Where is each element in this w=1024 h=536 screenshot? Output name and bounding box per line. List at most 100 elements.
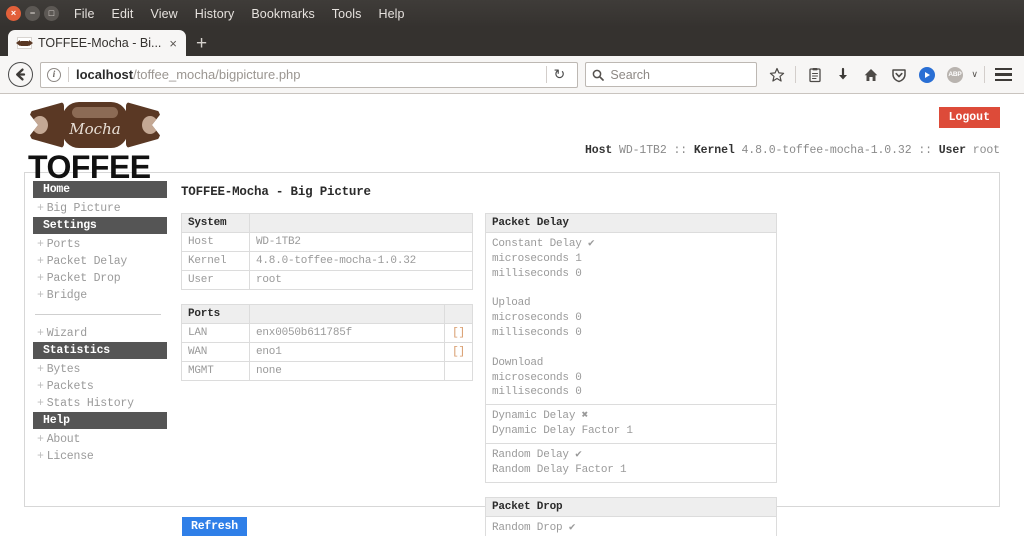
ports-table-header: Ports [181,304,250,324]
menu-item-help[interactable]: Help [377,5,405,23]
browser-toolbar: i localhost/toffee_mocha/bigpicture.php … [0,56,1024,94]
url-bar[interactable]: i localhost/toffee_mocha/bigpicture.php … [40,61,579,88]
search-box[interactable]: Search [585,62,758,87]
sidebar-item-packet-drop[interactable]: + Packet Drop [33,270,167,287]
delay-line: Upload [492,297,531,310]
menu-item-bookmarks[interactable]: Bookmarks [250,5,315,23]
library-icon[interactable] [802,62,827,88]
sidebar-label: Packet Drop [46,272,121,285]
table-row: WAN eno1 [] [181,342,473,362]
menu-item-tools[interactable]: Tools [331,5,363,23]
table-row: Kernel 4.8.0-toffee-mocha-1.0.32 [181,251,473,271]
row-key: LAN [181,323,250,343]
menu-item-history[interactable]: History [194,5,236,23]
browser-tab-active[interactable]: TOFFEE-Mocha - Bi... × [8,30,186,56]
toffee-logo[interactable]: Mocha TOFFEE [28,100,162,183]
toolbar-divider [795,66,797,83]
toffee-favicon-icon [16,37,33,49]
page-title: TOFFEE-Mocha - Big Picture [181,185,371,199]
host-info-line: Host WD-1TB2 :: Kernel 4.8.0-toffee-moch… [585,144,1000,157]
logout-button[interactable]: Logout [938,107,1000,128]
home-icon[interactable] [858,62,883,88]
sidebar-label: Big Picture [46,202,121,215]
chevron-down-icon[interactable]: ∨ [971,69,978,80]
row-key: MGMT [181,361,250,381]
sidebar-header-help: Help [33,412,167,429]
window-titlebar: × − □ File Edit View History Bookmarks T… [0,0,1024,27]
row-key: WAN [181,342,250,362]
url-path: /toffee_mocha/bigpicture.php [133,67,301,82]
back-button[interactable] [8,62,33,87]
app-shell: Home + Big Picture Settings + Ports + Packe… [24,172,1000,536]
sidebar: Home + Big Picture Settings + Ports + Packe… [25,173,167,506]
packet-drop-header: Packet Drop [486,497,776,517]
packet-delay-block-random: Random Delay ✔ Random Delay Factor 1 [486,442,776,482]
url-divider [68,67,69,82]
sidebar-item-bridge[interactable]: + Bridge [33,287,167,304]
content-area: TOFFEE-Mocha - Big Picture System Host W… [167,173,999,536]
bullet-icon: + [37,272,44,285]
host-sep-1: :: [673,144,688,157]
logo-wordmark: TOFFEE [28,149,151,185]
bullet-icon: + [37,433,44,446]
menu-item-file[interactable]: File [73,5,96,23]
host-label: Host [584,144,613,157]
bullet-icon: + [37,238,44,251]
brand-row: Mocha TOFFEE Logout Host WD-1TB2 :: Kern… [0,94,1024,183]
bullet-icon: + [37,255,44,268]
downloads-icon[interactable] [830,62,855,88]
tab-title: TOFFEE-Mocha - Bi... [38,36,162,50]
refresh-row: Refresh [24,517,1000,536]
reload-icon[interactable]: ↻ [547,66,571,83]
window-minimize-icon[interactable]: − [25,6,40,21]
menu-item-view[interactable]: View [150,5,179,23]
refresh-button[interactable]: Refresh [182,517,247,536]
bullet-icon: + [37,380,44,393]
sidebar-item-ports[interactable]: + Ports [33,236,167,253]
sidebar-item-bytes[interactable]: + Bytes [33,361,167,378]
pocket-shield-icon[interactable] [886,62,911,88]
row-value: WD-1TB2 [249,232,473,252]
sidebar-divider [35,314,161,315]
tab-close-icon[interactable]: × [167,37,179,50]
window-close-icon[interactable]: × [6,6,21,21]
menu-item-edit[interactable]: Edit [111,5,135,23]
system-table-header: System [181,213,250,233]
sidebar-item-stats-history[interactable]: + Stats History [33,395,167,412]
packet-delay-header: Packet Delay [486,214,776,233]
table-row: LAN enx0050b611785f [] [181,323,473,343]
row-bracket [444,361,473,381]
sidebar-item-wizard[interactable]: + Wizard [33,325,167,342]
adblock-plus-icon[interactable]: ABP [942,62,967,88]
content-columns: System Host WD-1TB2 Kernel 4.8.0-toffee-… [181,213,985,536]
sidebar-item-packets[interactable]: + Packets [33,378,167,395]
row-key: User [181,270,250,290]
row-value: eno1 [249,342,445,362]
window-maximize-icon[interactable]: □ [44,6,59,21]
bullet-icon: + [37,397,44,410]
url-text: localhost/toffee_mocha/bigpicture.php [76,67,301,82]
user-label: User [938,144,966,157]
sidebar-item-about[interactable]: + About [33,431,167,448]
window-controls: × − □ [6,6,59,21]
row-value: none [249,361,445,381]
new-tab-button[interactable]: + [196,34,207,53]
packet-delay-block-dynamic: Dynamic Delay ✖ Dynamic Delay Factor 1 [486,404,776,443]
menu-hamburger-icon[interactable] [991,62,1016,88]
media-play-icon[interactable] [914,62,939,88]
right-column: Packet Delay Constant Delay ✔ microsecon… [485,213,777,536]
row-key: Host [181,232,250,252]
bullet-icon: + [37,289,44,302]
sidebar-item-big-picture[interactable]: + Big Picture [33,200,167,217]
page-info-icon[interactable]: i [47,67,61,82]
back-arrow-icon [16,68,26,81]
host-value: WD-1TB2 [619,144,667,157]
user-value: root [972,144,1000,157]
sidebar-label: Packets [46,380,94,393]
row-value: root [249,270,473,290]
bookmark-star-icon[interactable] [764,62,789,88]
row-bracket: [] [444,323,473,343]
sidebar-item-license[interactable]: + License [33,448,167,465]
candy-highlight [72,107,118,118]
sidebar-item-packet-delay[interactable]: + Packet Delay [33,253,167,270]
